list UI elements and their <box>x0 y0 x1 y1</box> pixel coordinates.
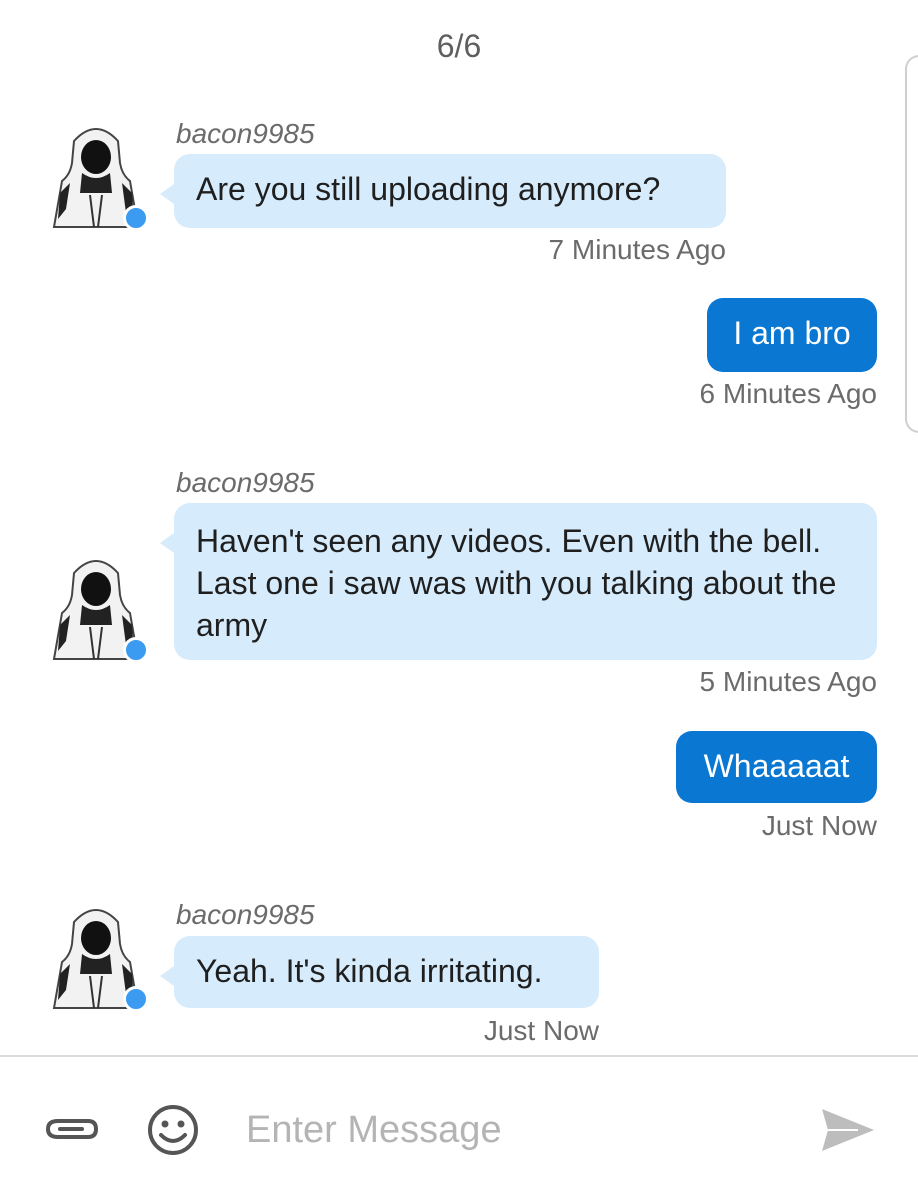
smiley-icon[interactable] <box>146 1103 200 1162</box>
message-timestamp: Just Now <box>761 810 877 841</box>
online-status-dot <box>123 637 149 663</box>
message-timestamp: Just Now <box>483 1015 599 1046</box>
sender-name: bacon9985 <box>176 467 315 498</box>
send-icon[interactable] <box>818 1105 876 1160</box>
message-timestamp: 7 Minutes Ago <box>548 234 726 265</box>
message-text: Haven't seen any videos. Even with the b… <box>196 523 837 643</box>
message-timestamp: 6 Minutes Ago <box>699 378 877 409</box>
page-indicator: 6/6 <box>436 28 482 64</box>
online-status-dot <box>123 986 149 1012</box>
incoming-message-bubble[interactable]: Haven't seen any videos. Even with the b… <box>160 503 877 660</box>
message-timestamp: 5 Minutes Ago <box>699 666 877 697</box>
message-input[interactable] <box>244 1097 768 1163</box>
scrollbar[interactable] <box>905 55 918 433</box>
online-status-dot <box>123 205 149 231</box>
message-text: I am bro <box>733 315 851 351</box>
message-text: Are you still uploading anymore? <box>196 171 661 207</box>
message-text: Whaaaaat <box>703 748 850 784</box>
sender-name: bacon9985 <box>176 899 315 930</box>
paperclip-icon[interactable] <box>44 1109 100 1154</box>
message-text: Yeah. It's kinda irritating. <box>196 953 543 989</box>
message-composer <box>0 1055 918 1200</box>
outgoing-message-bubble[interactable]: Whaaaaat <box>676 731 877 803</box>
incoming-message-bubble[interactable]: Are you still uploading anymore? <box>160 154 726 228</box>
outgoing-message-bubble[interactable]: I am bro <box>707 298 877 372</box>
sender-name: bacon9985 <box>176 118 315 149</box>
incoming-message-bubble[interactable]: Yeah. It's kinda irritating. <box>160 936 599 1008</box>
